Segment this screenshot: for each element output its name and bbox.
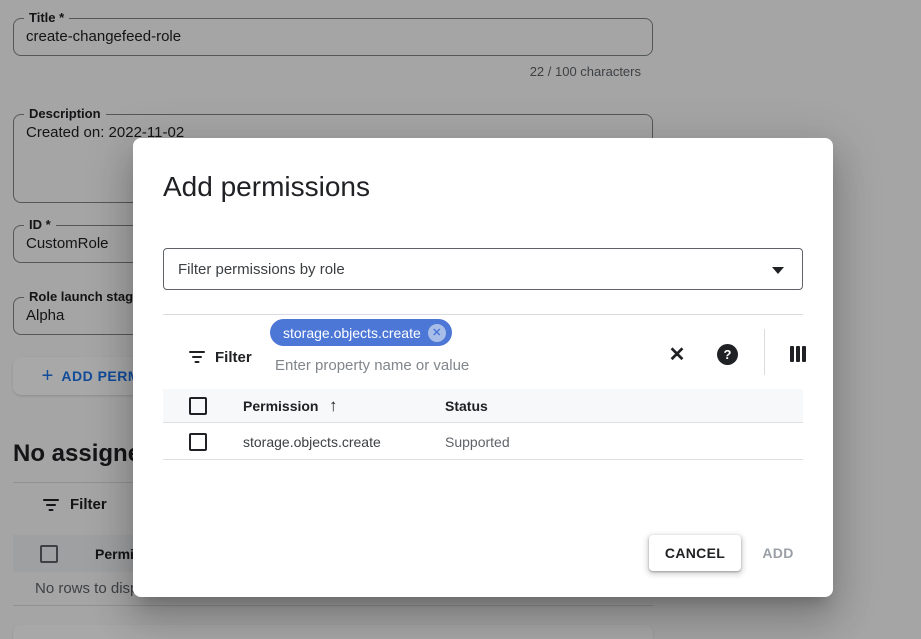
cancel-button[interactable]: CANCEL	[649, 535, 741, 571]
add-permissions-dialog: Add permissions Filter permissions by ro…	[133, 138, 833, 597]
add-button[interactable]: ADD	[751, 535, 805, 571]
select-all-checkbox[interactable]	[189, 397, 207, 415]
status-column-header[interactable]: Status	[445, 398, 488, 414]
column-display-icon[interactable]	[790, 346, 807, 362]
screen: Title * create-changefeed-role 22 / 100 …	[0, 0, 921, 639]
permission-column-header[interactable]: Permission	[243, 398, 318, 414]
row-checkbox[interactable]	[189, 433, 207, 451]
help-icon[interactable]: ?	[717, 344, 738, 365]
filter-input-placeholder[interactable]: Enter property name or value	[275, 357, 469, 374]
filter-chip[interactable]: storage.objects.create ✕	[270, 319, 452, 346]
chip-remove-icon[interactable]: ✕	[428, 324, 446, 342]
table-row[interactable]: storage.objects.create Supported	[163, 424, 803, 460]
filter-icon	[188, 350, 206, 364]
filter-permissions-by-role-select[interactable]: Filter permissions by role	[163, 248, 803, 290]
sort-ascending-icon[interactable]: ↑	[329, 396, 338, 416]
role-select-value: Filter permissions by role	[178, 261, 345, 278]
clear-filters-icon[interactable]: ✕	[663, 341, 691, 369]
chevron-down-icon	[772, 267, 784, 274]
filter-label: Filter	[215, 349, 252, 366]
toolbar-divider	[764, 329, 765, 375]
permissions-table-header: Permission ↑ Status	[163, 389, 803, 423]
permissions-filter-toolbar: Filter storage.objects.create ✕ Enter pr…	[163, 315, 803, 389]
permission-cell: storage.objects.create	[243, 434, 381, 450]
dialog-title: Add permissions	[163, 171, 370, 203]
status-cell: Supported	[445, 434, 510, 450]
filter-chip-label: storage.objects.create	[283, 325, 421, 341]
